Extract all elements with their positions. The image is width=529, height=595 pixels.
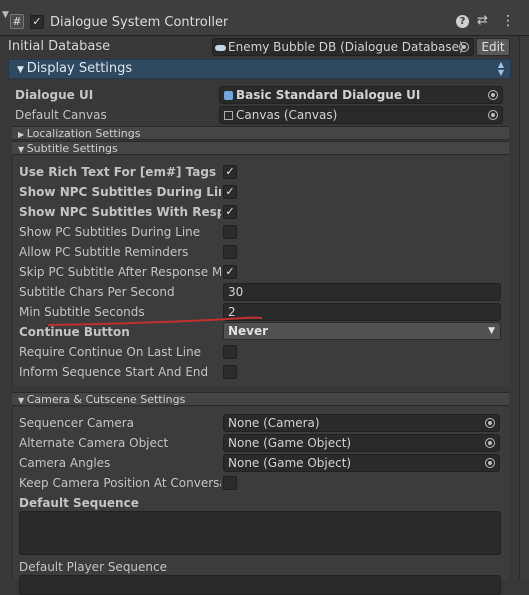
preset-settings-icon[interactable]: ⇄ bbox=[477, 13, 488, 28]
sequencer-camera-label: Sequencer Camera bbox=[19, 416, 135, 430]
component-header: ▼ # ✓ Dialogue System Controller ? ⇄ ⋮ bbox=[0, 0, 529, 36]
keep-camera-position-checkbox[interactable] bbox=[223, 476, 237, 490]
foldout-arrow-icon[interactable]: ▼ bbox=[2, 10, 9, 20]
default-player-sequence-label: Default Player Sequence bbox=[19, 560, 168, 574]
foldout-right-icon: ▶ bbox=[18, 130, 27, 139]
object-picker-icon[interactable] bbox=[459, 42, 469, 52]
camera-angles-label: Camera Angles bbox=[19, 456, 111, 470]
camera-settings-foldout[interactable]: ▼ Camera & Cutscene Settings bbox=[12, 392, 509, 406]
subtitle-option-label: Show NPC Subtitles With Responses bbox=[19, 205, 221, 219]
subtitle-option-checkbox[interactable] bbox=[223, 225, 237, 239]
foldout-arrow-icon: ▼ bbox=[17, 65, 27, 75]
subtitle-option-checkbox[interactable]: ✓ bbox=[223, 165, 237, 179]
dialogue-ui-field[interactable]: Basic Standard Dialogue UI bbox=[219, 86, 503, 104]
default-canvas-field[interactable]: Canvas (Canvas) bbox=[219, 106, 503, 124]
camera-angles-field[interactable]: None (Game Object) bbox=[223, 454, 500, 472]
min-subtitle-seconds-label: Min Subtitle Seconds bbox=[19, 305, 145, 319]
object-picker-icon[interactable] bbox=[485, 418, 495, 428]
subtitle-option-checkbox[interactable]: ✓ bbox=[223, 185, 237, 199]
edit-database-button[interactable]: Edit bbox=[476, 38, 510, 56]
chars-per-second-label: Subtitle Chars Per Second bbox=[19, 285, 175, 299]
default-canvas-label: Default Canvas bbox=[15, 108, 107, 122]
subtitle-option-checkbox[interactable] bbox=[223, 245, 237, 259]
chars-per-second-input[interactable]: 30 bbox=[223, 283, 501, 301]
continue-button-label: Continue Button bbox=[19, 325, 130, 339]
scrollbar-track[interactable] bbox=[519, 36, 529, 579]
inform-sequence-checkbox[interactable] bbox=[223, 365, 237, 379]
help-icon[interactable]: ? bbox=[456, 15, 469, 28]
display-settings-foldout[interactable]: ▼ Display Settings ▲ ▼ bbox=[8, 59, 511, 79]
require-continue-label: Require Continue On Last Line bbox=[19, 345, 202, 359]
canvas-icon bbox=[224, 111, 233, 120]
keep-camera-position-label: Keep Camera Position At Conversation End bbox=[19, 476, 221, 490]
sequencer-camera-field[interactable]: None (Camera) bbox=[223, 414, 500, 432]
initial-database-field[interactable]: Enemy Bubble DB (Dialogue Database) bbox=[212, 38, 474, 56]
sort-arrows-icon: ▲ ▼ bbox=[497, 60, 504, 77]
default-sequence-label: Default Sequence bbox=[19, 496, 139, 510]
database-asset-icon bbox=[215, 44, 226, 51]
alternate-camera-field[interactable]: None (Game Object) bbox=[223, 434, 500, 452]
subtitle-option-label: Allow PC Subtitle Reminders bbox=[19, 245, 189, 259]
subtitle-option-label: Skip PC Subtitle After Response Menu bbox=[19, 265, 221, 279]
object-picker-icon[interactable] bbox=[488, 90, 498, 100]
foldout-arrow-icon: ▼ bbox=[18, 145, 27, 154]
dialogue-ui-label: Dialogue UI bbox=[15, 88, 94, 102]
subtitle-option-checkbox[interactable]: ✓ bbox=[223, 265, 237, 279]
ui-prefab-icon bbox=[224, 91, 233, 100]
context-menu-icon[interactable]: ⋮ bbox=[501, 13, 515, 29]
subtitle-settings-foldout[interactable]: ▼ Subtitle Settings bbox=[12, 141, 509, 155]
component-enabled-checkbox[interactable]: ✓ bbox=[30, 15, 44, 29]
default-sequence-textarea[interactable] bbox=[19, 511, 501, 555]
default-player-sequence-textarea[interactable] bbox=[19, 575, 501, 595]
foldout-arrow-icon: ▼ bbox=[18, 396, 27, 405]
dropdown-arrow-icon: ▼ bbox=[488, 326, 495, 336]
subtitle-option-label: Show PC Subtitles During Line bbox=[19, 225, 201, 239]
subtitle-option-label: Show NPC Subtitles During Line bbox=[19, 185, 221, 199]
initial-database-label: Initial Database bbox=[8, 39, 111, 54]
object-picker-icon[interactable] bbox=[485, 438, 495, 448]
min-subtitle-seconds-input[interactable]: 2 bbox=[223, 303, 501, 321]
localization-settings-foldout[interactable]: ▶ Localization Settings bbox=[12, 126, 509, 140]
object-picker-icon[interactable] bbox=[485, 458, 495, 468]
require-continue-checkbox[interactable] bbox=[223, 345, 237, 359]
component-title: Dialogue System Controller bbox=[50, 15, 229, 30]
subtitle-option-label: Use Rich Text For [em#] Tags bbox=[19, 165, 217, 179]
object-picker-icon[interactable] bbox=[488, 110, 498, 120]
subtitle-option-checkbox[interactable]: ✓ bbox=[223, 205, 237, 219]
script-hash-icon: # bbox=[10, 14, 24, 29]
alternate-camera-label: Alternate Camera Object bbox=[19, 436, 169, 450]
inform-sequence-label: Inform Sequence Start And End bbox=[19, 365, 209, 379]
continue-button-dropdown[interactable]: Never ▼ bbox=[223, 322, 501, 340]
